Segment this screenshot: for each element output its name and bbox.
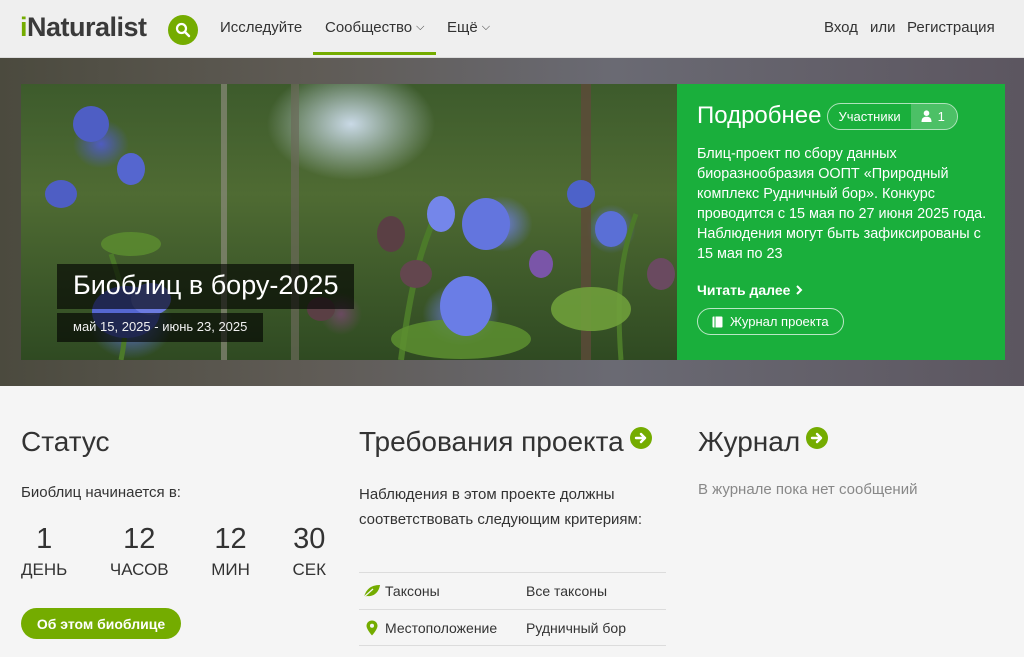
logo-text: Naturalist: [27, 12, 147, 42]
status-title: Статус: [21, 426, 110, 457]
about-bioblitz-button[interactable]: Об этом биоблице: [21, 608, 181, 639]
top-header: iNaturalist Исследуйте Сообщество ⌵ Ещё ⌵ …: [0, 0, 1024, 58]
nav-explore-label: Исследуйте: [220, 19, 303, 36]
countdown-days: 1 ДЕНЬ: [21, 522, 67, 580]
requirements-title: Требования проекта: [359, 426, 624, 457]
panel-title: Подробнее: [697, 102, 822, 129]
inaturalist-logo[interactable]: iNaturalist: [20, 12, 147, 43]
countdown-hours-unit: ЧАСОВ: [109, 560, 169, 579]
countdown-hours: 12 ЧАСОВ: [110, 522, 169, 580]
countdown-seconds-value: 30: [293, 523, 326, 555]
countdown-minutes-unit: МИН: [211, 560, 250, 579]
project-description: Блиц-проект по сбору данных биоразнообра…: [697, 146, 987, 262]
project-title-box: Биоблиц в бору-2025: [57, 264, 355, 309]
login-link[interactable]: Вход: [824, 19, 858, 36]
countdown-seconds: 30 СЕК: [292, 522, 326, 580]
project-dates: май 15, 2025 - июнь 23, 2025: [73, 319, 248, 334]
project-dates-box: май 15, 2025 - июнь 23, 2025: [57, 313, 264, 342]
members-button[interactable]: Участники 1: [827, 102, 958, 130]
nav-more-label: Ещё: [447, 19, 478, 36]
journal-title-wrap[interactable]: Журнал: [698, 426, 829, 458]
leaf-icon: [359, 584, 385, 598]
journal-title: Журнал: [698, 426, 801, 457]
requirements-table: Таксоны Все таксоны Местоположение Рудни…: [359, 572, 666, 646]
user-icon: [921, 110, 932, 122]
chevron-right-icon: [796, 285, 803, 295]
requirements-text: Наблюдения в этом проекте должны соответ…: [359, 486, 643, 528]
requirements-title-wrap[interactable]: Требования проекта: [359, 426, 652, 458]
requirement-value: Все таксоны: [526, 583, 608, 599]
nav-explore[interactable]: Исследуйте: [220, 19, 302, 36]
search-icon: [175, 22, 191, 38]
panel-header: Подробнее Участники 1: [697, 102, 985, 130]
book-icon: [712, 316, 723, 327]
journal-empty-message: В журнале пока нет сообщений: [698, 481, 918, 498]
requirement-value: Рудничный бор: [526, 619, 626, 636]
countdown: 1 ДЕНЬ 12 ЧАСОВ 12 МИН 30 СЕК: [21, 522, 326, 580]
arrow-right-circle-icon[interactable]: [806, 427, 829, 449]
countdown-minutes: 12 МИН: [211, 522, 250, 580]
project-title: Биоблиц в бору-2025: [73, 270, 339, 300]
members-label: Участники: [838, 108, 901, 124]
project-details-panel: Подробнее Участники 1 Блиц-проект по сбо…: [677, 84, 1005, 360]
requirement-key: Таксоны: [385, 583, 440, 599]
project-journal-label: Журнал проекта: [730, 314, 829, 329]
requirement-row-location: Местоположение Рудничный бор: [359, 609, 666, 646]
signup-link[interactable]: Регистрация: [907, 19, 995, 36]
members-count: 1: [937, 108, 945, 124]
map-pin-icon: [359, 620, 385, 636]
countdown-days-unit: ДЕНЬ: [21, 560, 68, 579]
requirement-row-taxa: Таксоны Все таксоны: [359, 572, 666, 609]
members-count-badge: 1: [910, 103, 957, 129]
read-more-label: Читать далее: [697, 282, 791, 298]
countdown-days-value: 1: [36, 523, 53, 555]
countdown-seconds-unit: СЕК: [292, 560, 326, 579]
search-button[interactable]: [168, 15, 198, 45]
countdown-minutes-value: 12: [214, 523, 247, 555]
project-journal-button[interactable]: Журнал проекта: [697, 308, 844, 335]
chevron-down-icon: ⌵: [481, 21, 491, 33]
read-more-link[interactable]: Читать далее: [697, 282, 803, 298]
arrow-right-circle-icon[interactable]: [629, 427, 652, 449]
requirement-key: Местоположение: [385, 619, 498, 636]
countdown-hours-value: 12: [123, 523, 156, 555]
chevron-down-icon: ⌵: [416, 21, 425, 33]
nav-community-label: Сообщество: [325, 19, 413, 36]
nav-community[interactable]: Сообщество ⌵: [313, 19, 436, 55]
starts-label: Биоблиц начинается в:: [21, 484, 181, 501]
nav-more[interactable]: Ещё ⌵: [447, 19, 490, 36]
auth-or-text: или: [870, 19, 896, 36]
logo-prefix: i: [20, 12, 28, 42]
